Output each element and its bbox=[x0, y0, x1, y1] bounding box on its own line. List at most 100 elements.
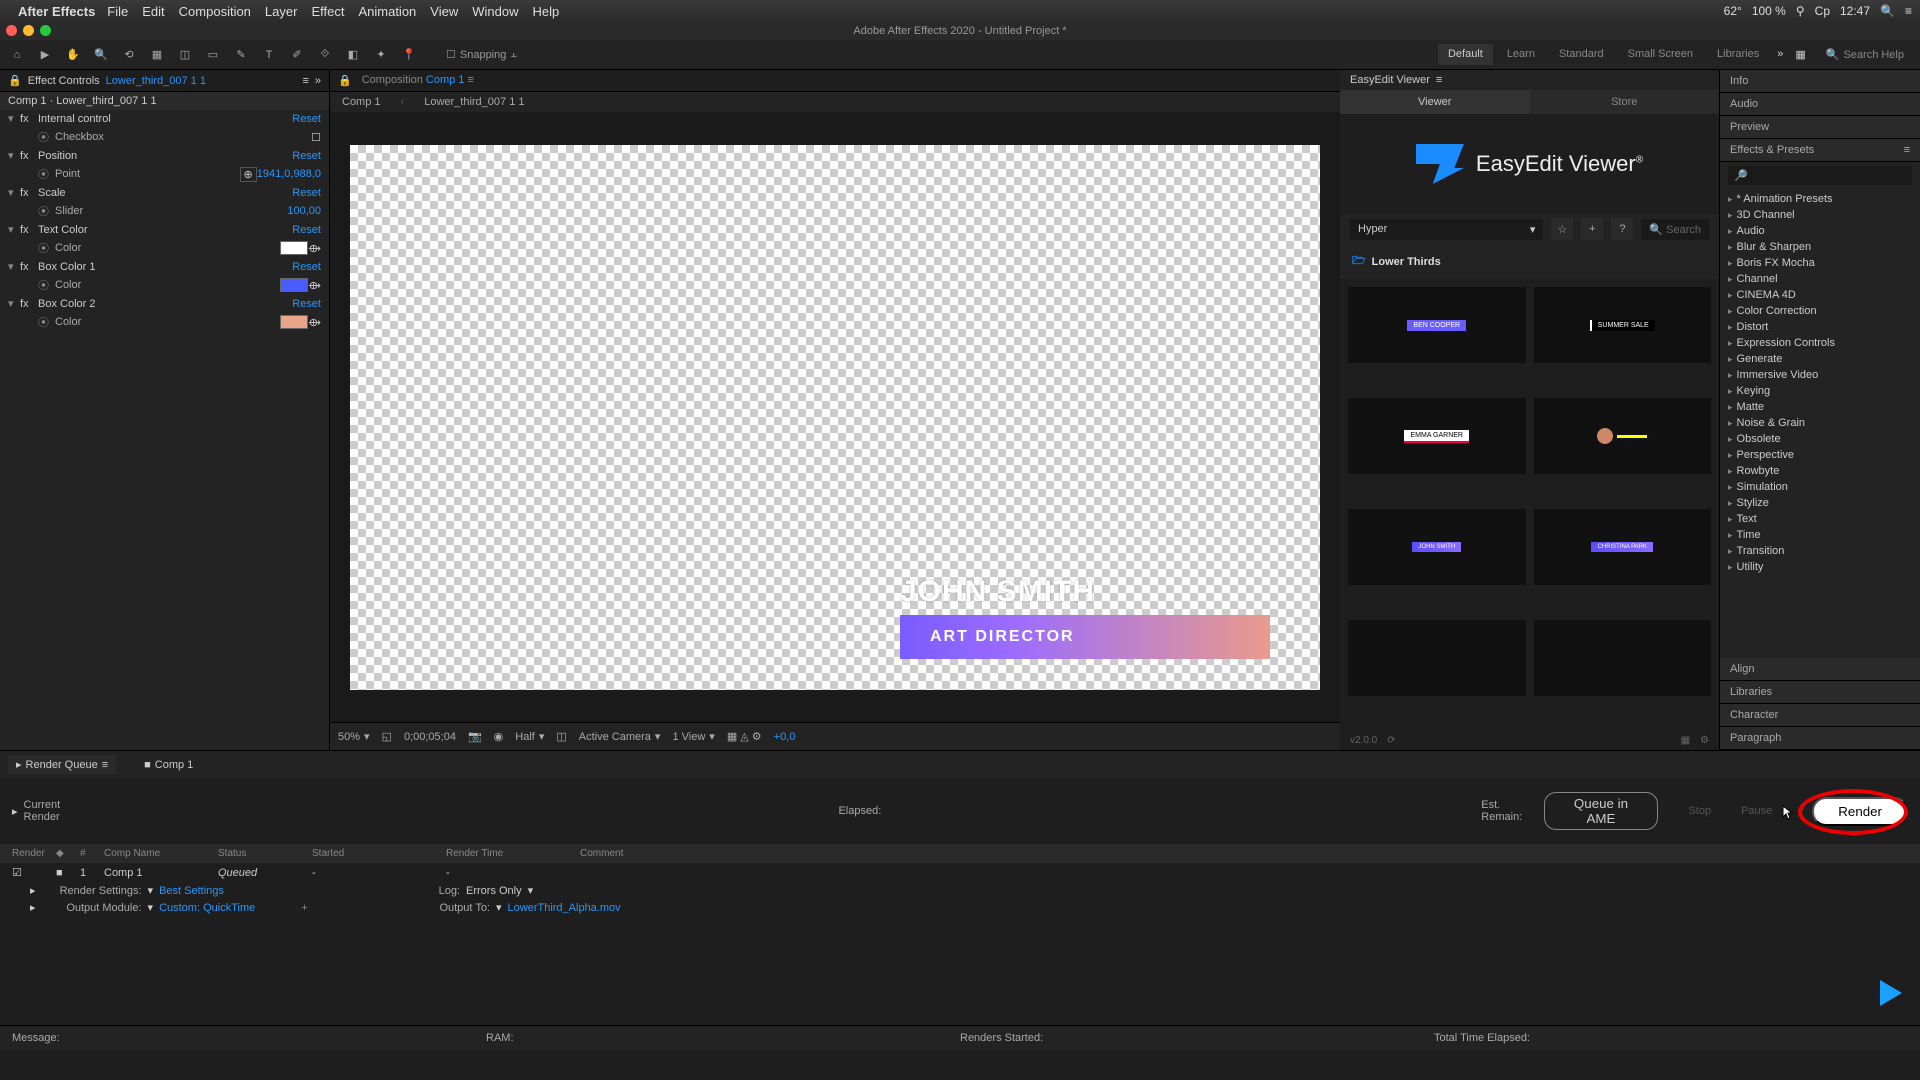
effects-category[interactable]: ▸Perspective bbox=[1728, 447, 1912, 463]
menu-animation[interactable]: Animation bbox=[358, 4, 416, 19]
ee-preset-thumb[interactable]: SUMMER SALE bbox=[1534, 287, 1712, 363]
refresh-icon[interactable]: ⟳ bbox=[1387, 735, 1395, 746]
eyedropper-icon[interactable]: ⟴ bbox=[308, 242, 321, 255]
roto-tool[interactable]: ✦ bbox=[370, 44, 392, 66]
panel-menu-icon[interactable]: ≡ bbox=[302, 75, 308, 87]
easyedit-tab[interactable]: EasyEdit Viewer ≡ bbox=[1340, 70, 1719, 90]
ec-property[interactable]: ⦿Color ⟴ bbox=[0, 312, 329, 332]
audio-panel-tab[interactable]: Audio bbox=[1720, 93, 1920, 116]
menu-window[interactable]: Window bbox=[472, 4, 518, 19]
render-settings-row[interactable]: ▸Render Settings: ▾Best Settings bbox=[0, 882, 420, 899]
ec-effect-group[interactable]: ▾fxText ColorReset bbox=[0, 221, 329, 238]
effects-category[interactable]: ▸3D Channel bbox=[1728, 207, 1912, 223]
composition-tab[interactable]: Composition Comp 1 ≡ bbox=[362, 74, 474, 87]
ec-property[interactable]: ⦿Slider100,00 bbox=[0, 201, 329, 221]
effects-category[interactable]: ▸Stylize bbox=[1728, 495, 1912, 511]
ee-preset-thumb[interactable] bbox=[1534, 398, 1712, 474]
effects-category[interactable]: ▸Obsolete bbox=[1728, 431, 1912, 447]
effects-category[interactable]: ▸CINEMA 4D bbox=[1728, 287, 1912, 303]
ec-effect-group[interactable]: ▾fxBox Color 2Reset bbox=[0, 295, 329, 312]
ee-store-tab[interactable]: Store bbox=[1530, 90, 1720, 114]
snap-options-icon[interactable]: ⫠ bbox=[510, 48, 517, 61]
spotlight-icon[interactable]: 🔍 bbox=[1880, 4, 1895, 18]
menu-layer[interactable]: Layer bbox=[265, 4, 298, 19]
effects-presets-tab[interactable]: Effects & Presets≡ bbox=[1720, 139, 1920, 162]
checkbox-icon[interactable]: ☐ bbox=[446, 48, 456, 61]
eyedropper-icon[interactable]: ⟴ bbox=[308, 279, 321, 292]
effects-category[interactable]: ▸Simulation bbox=[1728, 479, 1912, 495]
ee-add-button[interactable]: + bbox=[1581, 218, 1603, 240]
reset-link[interactable]: Reset bbox=[292, 261, 321, 273]
workspace-grid-icon[interactable]: ▦ bbox=[1791, 44, 1809, 65]
ee-preset-thumb[interactable]: JOHN SMITH bbox=[1348, 509, 1526, 585]
menu-composition[interactable]: Composition bbox=[179, 4, 251, 19]
view-options-icon[interactable]: ▦ ◬ ⚙ bbox=[727, 730, 762, 743]
effects-category[interactable]: ▸Boris FX Mocha bbox=[1728, 255, 1912, 271]
workspace-overflow-icon[interactable]: » bbox=[1773, 44, 1787, 65]
ee-preset-thumb[interactable]: BEN COOPER bbox=[1348, 287, 1526, 363]
camera-dropdown[interactable]: Active Camera ▾ bbox=[579, 730, 661, 743]
effects-category[interactable]: ▸Generate bbox=[1728, 351, 1912, 367]
views-dropdown[interactable]: 1 View ▾ bbox=[672, 730, 714, 743]
workspace-default[interactable]: Default bbox=[1438, 44, 1493, 65]
queue-in-ame-button[interactable]: Queue in AME bbox=[1544, 792, 1659, 830]
add-output-icon[interactable]: + bbox=[301, 902, 307, 914]
ee-preset-thumb[interactable]: EMMA GARNER bbox=[1348, 398, 1526, 474]
info-panel-tab[interactable]: Info bbox=[1720, 70, 1920, 93]
eraser-tool[interactable]: ◧ bbox=[342, 44, 364, 66]
eyedropper-icon[interactable]: ⟴ bbox=[308, 316, 321, 329]
effects-category[interactable]: ▸Time bbox=[1728, 527, 1912, 543]
selection-tool[interactable]: ▶ bbox=[34, 44, 56, 66]
workspace-libraries[interactable]: Libraries bbox=[1707, 44, 1769, 65]
zoom-tool[interactable]: 🔍 bbox=[90, 44, 112, 66]
menu-help[interactable]: Help bbox=[532, 4, 559, 19]
color-swatch[interactable] bbox=[280, 241, 308, 255]
comp-timeline-tab[interactable]: ■ Comp 1 bbox=[136, 755, 201, 774]
paragraph-panel-tab[interactable]: Paragraph bbox=[1720, 727, 1920, 750]
render-button[interactable]: Render bbox=[1812, 797, 1908, 826]
workspace-standard[interactable]: Standard bbox=[1549, 44, 1614, 65]
output-to-row[interactable]: Output To: ▾LowerThird_Alpha.mov bbox=[420, 899, 633, 916]
ec-property[interactable]: ⦿Point⊕ 1941,0,988,0 bbox=[0, 164, 329, 184]
ec-property[interactable]: ⦿Checkbox☐ bbox=[0, 127, 329, 147]
menu-view[interactable]: View bbox=[430, 4, 458, 19]
menu-icon[interactable]: ≡ bbox=[1905, 4, 1912, 18]
resolution-dropdown[interactable]: Half ▾ bbox=[515, 730, 544, 743]
effects-category[interactable]: ▸Rowbyte bbox=[1728, 463, 1912, 479]
effects-category[interactable]: ▸Utility bbox=[1728, 559, 1912, 575]
effects-search[interactable]: 🔎 bbox=[1728, 166, 1912, 185]
menu-file[interactable]: File bbox=[107, 4, 128, 19]
effect-controls-tab[interactable]: 🔒 Effect Controls Lower_third_007 1 1 ≡ … bbox=[0, 70, 329, 92]
breadcrumb-item[interactable]: Comp 1 bbox=[342, 96, 381, 108]
puppet-tool[interactable]: 📍 bbox=[398, 44, 420, 66]
reset-link[interactable]: Reset bbox=[292, 150, 321, 162]
shape-tool[interactable]: ▭ bbox=[202, 44, 224, 66]
ee-preset-thumb[interactable] bbox=[1534, 620, 1712, 696]
wifi-icon[interactable]: ⚲ bbox=[1796, 4, 1805, 18]
minimize-icon[interactable] bbox=[23, 25, 34, 36]
log-row[interactable]: Log: Errors Only ▾ bbox=[420, 882, 633, 899]
composition-canvas[interactable]: JOHN SMITH ART DIRECTOR bbox=[350, 145, 1320, 690]
ee-preset-thumb[interactable]: CHRISTINA PARK bbox=[1534, 509, 1712, 585]
ec-property[interactable]: ⦿Color ⟴ bbox=[0, 275, 329, 295]
effects-category[interactable]: ▸Matte bbox=[1728, 399, 1912, 415]
menu-effect[interactable]: Effect bbox=[311, 4, 344, 19]
reset-link[interactable]: Reset bbox=[292, 298, 321, 310]
workspace-small[interactable]: Small Screen bbox=[1618, 44, 1703, 65]
ee-folder-header[interactable]: 🗁 Lower Thirds bbox=[1340, 244, 1719, 279]
maximize-icon[interactable] bbox=[40, 25, 51, 36]
crosshair-icon[interactable]: ⊕ bbox=[240, 167, 257, 182]
ec-effect-group[interactable]: ▾fxScaleReset bbox=[0, 184, 329, 201]
pan-behind-tool[interactable]: ◫ bbox=[174, 44, 196, 66]
camera-tool[interactable]: ▦ bbox=[146, 44, 168, 66]
effects-category[interactable]: ▸Text bbox=[1728, 511, 1912, 527]
ec-effect-group[interactable]: ▾fxBox Color 1Reset bbox=[0, 258, 329, 275]
viewport[interactable]: JOHN SMITH ART DIRECTOR bbox=[330, 112, 1340, 722]
snapshot-icon[interactable]: 📷 bbox=[468, 730, 482, 743]
alpha-icon[interactable]: ◱ bbox=[382, 730, 392, 743]
ee-favorite-button[interactable]: ☆ bbox=[1551, 218, 1573, 240]
reset-link[interactable]: Reset bbox=[292, 113, 321, 125]
rotate-tool[interactable]: ⟲ bbox=[118, 44, 140, 66]
effects-category[interactable]: ▸Distort bbox=[1728, 319, 1912, 335]
ee-viewer-tab[interactable]: Viewer bbox=[1340, 90, 1530, 114]
